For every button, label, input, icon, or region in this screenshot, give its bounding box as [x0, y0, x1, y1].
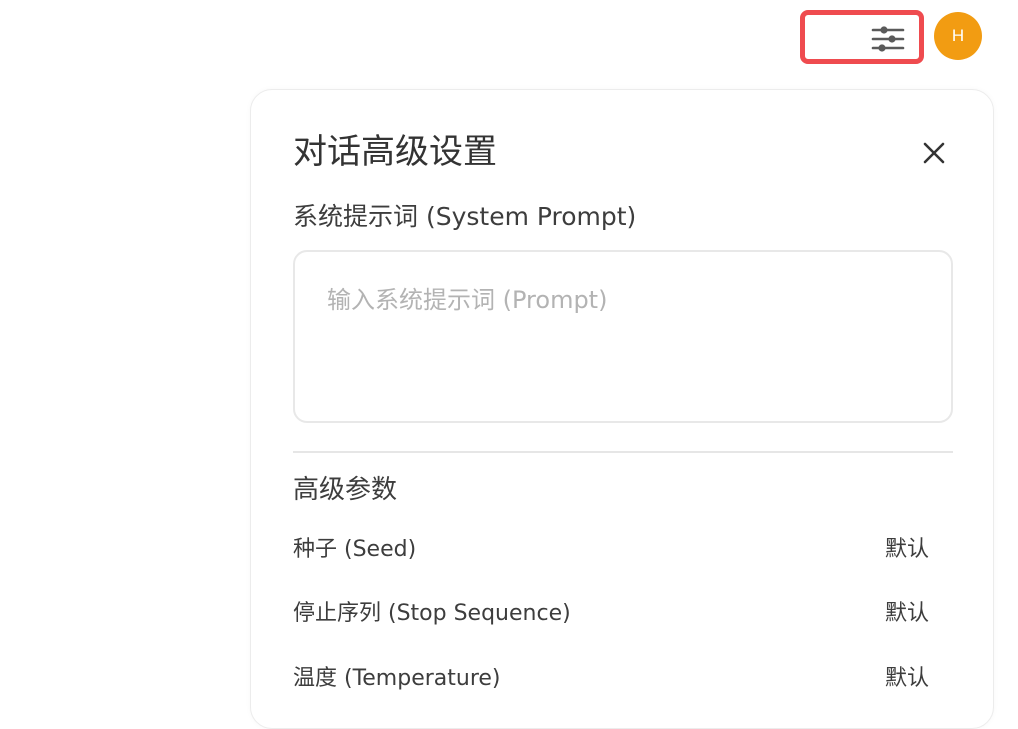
sliders-icon	[871, 26, 905, 52]
advanced-params-title: 高级参数	[293, 475, 398, 505]
param-name: 温度 (Temperature)	[293, 666, 501, 691]
param-value[interactable]: 默认	[885, 533, 929, 567]
param-row-stop-sequence[interactable]: 停止序列 (Stop Sequence) 默认	[293, 597, 933, 631]
close-button[interactable]	[919, 138, 949, 168]
param-name: 停止序列 (Stop Sequence)	[293, 601, 571, 626]
panel-title: 对话高级设置	[293, 132, 497, 172]
close-icon	[923, 142, 945, 164]
param-name: 种子 (Seed)	[293, 537, 417, 562]
chat-controls-button[interactable]	[800, 10, 924, 64]
system-prompt-label: 系统提示词 (System Prompt)	[293, 202, 637, 231]
top-bar: H	[0, 0, 1018, 80]
param-value[interactable]: 默认	[885, 662, 929, 696]
param-value[interactable]: 默认	[885, 597, 929, 631]
param-row-seed[interactable]: 种子 (Seed) 默认	[293, 533, 933, 567]
chat-settings-panel: 对话高级设置 系统提示词 (System Prompt) 高级参数 种子 (Se…	[250, 89, 994, 729]
section-divider	[293, 451, 953, 453]
user-avatar[interactable]: H	[934, 12, 982, 60]
system-prompt-input[interactable]	[293, 250, 953, 423]
param-row-temperature[interactable]: 温度 (Temperature) 默认	[293, 662, 933, 696]
